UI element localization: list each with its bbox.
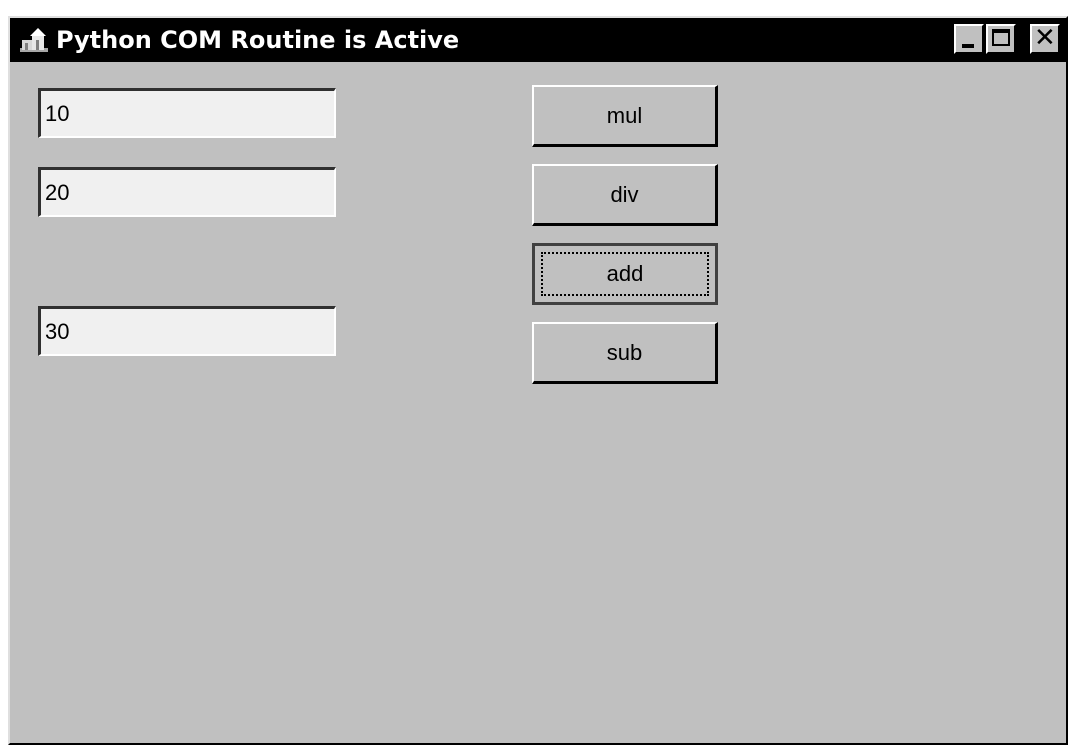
first-operand-input[interactable] <box>38 88 336 138</box>
result-input[interactable] <box>38 306 336 356</box>
maximize-icon <box>992 29 1010 46</box>
minimize-button[interactable] <box>954 24 984 54</box>
sub-button[interactable]: sub <box>532 322 718 384</box>
window-title: Python COM Routine is Active <box>56 26 460 54</box>
close-button[interactable]: ✕ <box>1030 23 1060 54</box>
focus-ring <box>541 252 709 296</box>
title-bar[interactable]: Python COM Routine is Active ✕ <box>10 18 1066 62</box>
mul-button[interactable]: mul <box>532 85 718 147</box>
sub-button-label: sub <box>606 339 643 365</box>
div-button-label: div <box>610 181 639 207</box>
close-icon: ✕ <box>1034 23 1056 53</box>
maximize-button[interactable] <box>986 24 1016 54</box>
second-operand-input[interactable] <box>38 167 336 217</box>
div-button[interactable]: div <box>532 164 718 226</box>
add-button[interactable]: add <box>532 243 718 305</box>
minimize-icon <box>962 44 974 48</box>
mul-button-label: mul <box>606 102 643 128</box>
app-window: Python COM Routine is Active ✕ mul div a… <box>8 16 1068 745</box>
python-app-icon <box>20 28 48 52</box>
